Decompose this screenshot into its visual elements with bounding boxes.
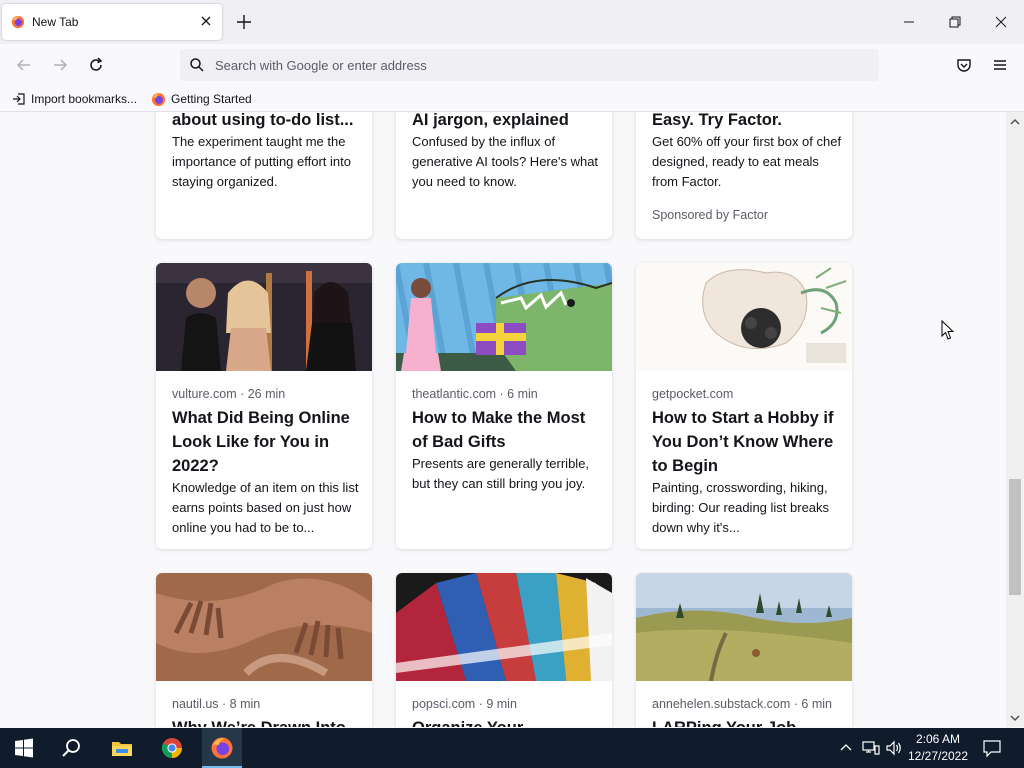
- story-card[interactable]: popsci.com · 9 min Organize Your: [396, 573, 612, 727]
- bookmark-getting-started[interactable]: Getting Started: [151, 91, 252, 107]
- card-source: getpocket.com: [652, 387, 734, 401]
- chevron-up-icon[interactable]: [839, 741, 853, 755]
- firefox-icon: [151, 92, 166, 106]
- card-thumbnail: [396, 263, 612, 371]
- close-window-icon[interactable]: [993, 14, 1009, 30]
- windows-taskbar: 2:06 AM 12/27/2022: [0, 728, 1024, 768]
- story-card[interactable]: vulture.com · 26 min What Did Being Onli…: [156, 263, 372, 549]
- address-placeholder: Search with Google or enter address: [215, 58, 427, 73]
- bookmark-import-label: Import bookmarks...: [31, 92, 138, 106]
- card-thumbnail: [396, 573, 612, 681]
- system-clock[interactable]: 2:06 AM 12/27/2022: [905, 731, 971, 765]
- page-scrollbar[interactable]: [1006, 112, 1024, 727]
- volume-icon[interactable]: [885, 740, 903, 756]
- scroll-up-icon[interactable]: [1010, 117, 1020, 127]
- forward-icon[interactable]: [51, 56, 69, 74]
- back-icon[interactable]: [15, 56, 33, 74]
- pocket-icon[interactable]: [955, 56, 973, 74]
- bookmark-getting-started-label: Getting Started: [171, 92, 252, 106]
- chrome-icon[interactable]: [160, 736, 184, 760]
- windows-start-icon[interactable]: [12, 736, 36, 760]
- sponsored-label: Sponsored by Factor: [652, 208, 769, 222]
- minimize-icon[interactable]: [901, 14, 917, 30]
- card-source: vulture.com · 26 min: [172, 387, 286, 401]
- card-source: popsci.com · 9 min: [412, 697, 517, 711]
- card-headline: about using to-do list...: [172, 112, 354, 129]
- menu-icon[interactable]: [991, 56, 1009, 74]
- bookmarks-toolbar: Import bookmarks... Getting Started: [0, 86, 1024, 112]
- story-card[interactable]: theatlantic.com · 6 min How to Make the …: [396, 263, 612, 549]
- file-explorer-icon[interactable]: [110, 736, 134, 760]
- card-excerpt: The experiment taught me the importance …: [172, 134, 351, 189]
- card-headline: What Did Being Online Look Like for You …: [172, 409, 350, 475]
- card-source: annehelen.substack.com · 6 min: [652, 697, 832, 711]
- tab-strip: New Tab: [0, 0, 1024, 44]
- card-thumbnail: [636, 573, 852, 681]
- search-icon: [190, 58, 204, 72]
- card-headline: AI jargon, explained: [412, 112, 569, 129]
- story-card[interactable]: AI jargon, explained Confused by the inf…: [396, 112, 612, 239]
- firefox-icon[interactable]: [210, 736, 234, 760]
- firefox-icon: [11, 15, 25, 29]
- story-card[interactable]: getpocket.com How to Start a Hobby if Yo…: [636, 263, 852, 549]
- card-headline: Why We’re Drawn Into: [172, 716, 362, 727]
- card-headline: LARPing Your Job: [652, 716, 842, 727]
- tab-new-tab[interactable]: New Tab: [2, 4, 222, 40]
- reload-icon[interactable]: [87, 56, 105, 74]
- network-icon[interactable]: [862, 740, 880, 756]
- card-thumbnail: [156, 263, 372, 371]
- mouse-cursor-icon: [941, 320, 955, 340]
- scrollbar-thumb[interactable]: [1009, 479, 1021, 595]
- story-card[interactable]: annehelen.substack.com · 6 min LARPing Y…: [636, 573, 852, 727]
- card-headline: How to Start a Hobby if You Don’t Know W…: [652, 409, 834, 475]
- card-excerpt: Confused by the influx of generative AI …: [412, 134, 599, 189]
- card-headline: Easy. Try Factor.: [652, 112, 782, 129]
- sponsored-card[interactable]: Easy. Try Factor. Get 60% off your first…: [636, 112, 852, 239]
- search-icon[interactable]: [60, 736, 84, 760]
- clock-time: 2:06 AM: [915, 732, 961, 746]
- story-card[interactable]: about using to-do list... The experiment…: [156, 112, 372, 239]
- import-icon: [13, 93, 25, 105]
- scroll-down-icon[interactable]: [1010, 713, 1020, 723]
- card-source: nautil.us · 8 min: [172, 697, 261, 711]
- story-card[interactable]: nautil.us · 8 min Why We’re Drawn Into: [156, 573, 372, 727]
- card-thumbnail: [156, 573, 372, 681]
- card-headline: How to Make the Most of Bad Gifts: [412, 409, 586, 451]
- address-bar[interactable]: Search with Google or enter address: [180, 49, 879, 81]
- close-tab-icon[interactable]: [198, 13, 214, 29]
- restore-icon[interactable]: [947, 14, 963, 30]
- card-excerpt: Get 60% off your first box of chef desig…: [652, 134, 842, 189]
- new-tab-icon[interactable]: [235, 13, 253, 31]
- card-source: theatlantic.com · 6 min: [412, 387, 538, 401]
- bookmark-import[interactable]: Import bookmarks...: [12, 91, 137, 107]
- nav-bar: Search with Google or enter address: [0, 44, 1024, 86]
- card-excerpt: Painting, crosswording, hiking, birding:…: [652, 480, 830, 535]
- card-excerpt: Presents are generally terrible, but the…: [412, 456, 590, 491]
- new-tab-page: about using to-do list... The experiment…: [0, 112, 1006, 727]
- card-headline: Organize Your: [412, 716, 602, 727]
- clock-date: 12/27/2022: [907, 749, 969, 763]
- tab-title: New Tab: [32, 15, 79, 29]
- card-thumbnail: [636, 263, 852, 371]
- card-excerpt: Knowledge of an item on this list earns …: [172, 480, 359, 535]
- action-center-icon[interactable]: [982, 738, 1002, 758]
